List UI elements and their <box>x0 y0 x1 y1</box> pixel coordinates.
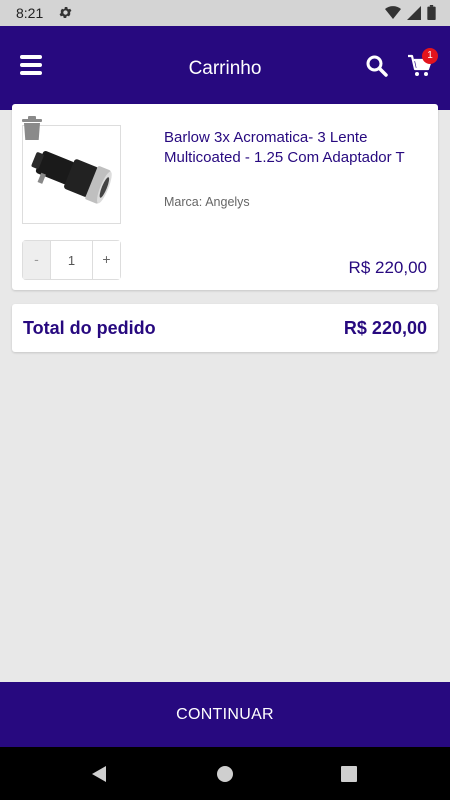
brand-label: Marca: <box>164 195 203 209</box>
trash-icon[interactable] <box>22 116 42 140</box>
brand-value: Angelys <box>205 195 250 209</box>
total-label: Total do pedido <box>23 318 156 338</box>
status-bar: 8:21 <box>0 0 450 26</box>
quantity-value[interactable]: 1 <box>51 241 92 279</box>
status-time: 8:21 <box>16 5 44 21</box>
back-icon[interactable] <box>90 765 108 788</box>
home-icon[interactable] <box>216 765 234 788</box>
quantity-stepper: - 1 + <box>22 240 121 280</box>
cart-item-card: Barlow 3x Acromatica- 3 Lente Multicoate… <box>12 104 438 290</box>
signal-icon <box>407 5 421 23</box>
search-icon[interactable] <box>365 54 389 78</box>
settings-icon <box>58 5 73 23</box>
battery-icon <box>427 5 436 23</box>
order-total-card: Total do pedido R$ 220,00 <box>12 304 438 352</box>
app-bar: Carrinho 1 <box>0 26 450 110</box>
cart-badge: 1 <box>422 48 438 64</box>
product-brand: Marca: Angelys <box>164 195 250 209</box>
wifi-icon <box>385 5 401 23</box>
total-value: R$ 220,00 <box>343 318 427 338</box>
system-nav-bar <box>0 747 450 800</box>
increase-quantity-button[interactable]: + <box>92 241 120 279</box>
product-price: R$ 220,00 <box>348 258 427 277</box>
continue-button[interactable]: CONTINUAR <box>0 682 450 747</box>
decrease-quantity-button[interactable]: - <box>23 241 51 279</box>
menu-icon[interactable] <box>20 54 44 76</box>
recents-icon[interactable] <box>341 766 357 787</box>
product-title[interactable]: Barlow 3x Acromatica- 3 Lente Multicoate… <box>164 128 426 168</box>
